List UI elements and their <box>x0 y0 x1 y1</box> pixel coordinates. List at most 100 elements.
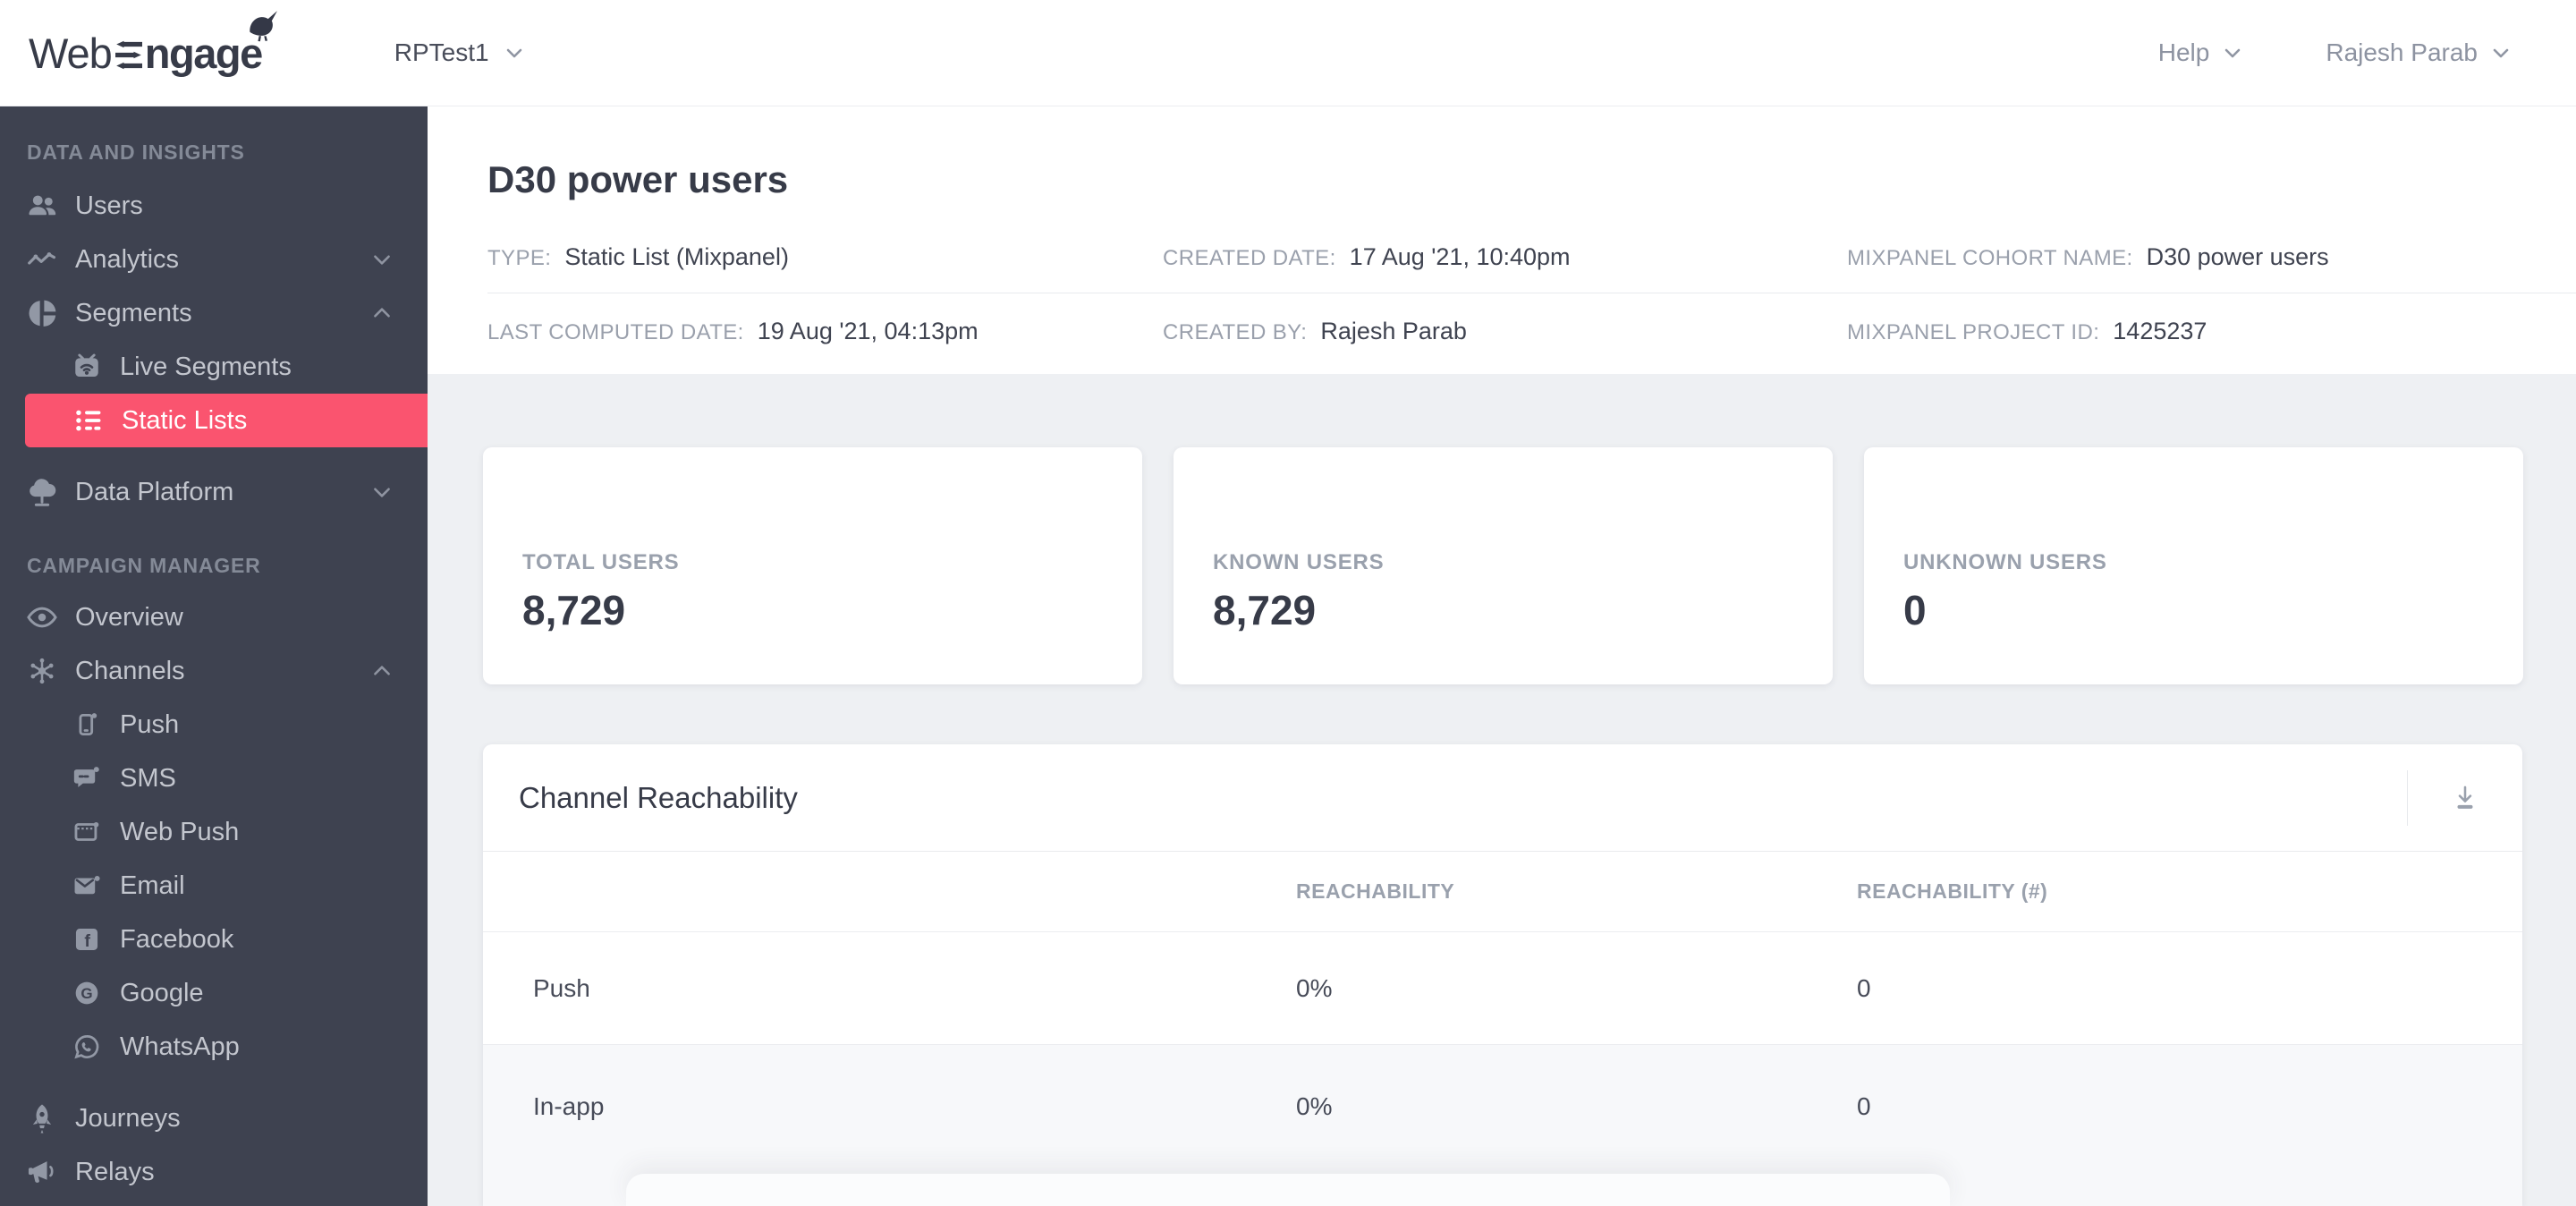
user-menu[interactable]: Rajesh Parab <box>2326 38 2512 67</box>
cell-reachability-count: 0 <box>1857 1092 1871 1120</box>
help-label: Help <box>2157 38 2210 66</box>
sidebar-item-users[interactable]: Users <box>0 179 428 233</box>
top-header: Web ngage RPTest1 Help Rajesh Parab <box>0 0 2576 106</box>
meta-label: CREATED BY: <box>1163 319 1308 344</box>
main-content: D30 power users TYPE: Static List (Mixpa… <box>428 106 2576 1206</box>
rocket-icon <box>25 1101 59 1135</box>
sidebar-item-overview[interactable]: Overview <box>0 590 428 644</box>
channels-hub-icon <box>25 654 59 688</box>
list-info-band: D30 power users TYPE: Static List (Mixpa… <box>428 106 2576 374</box>
segments-icon <box>25 296 59 330</box>
sidebar-item-static-lists[interactable]: Static Lists <box>25 394 428 447</box>
sidebar-item-label: Overview <box>75 602 183 632</box>
stat-value: 8,729 <box>1213 586 1317 633</box>
sidebar-item-label: Segments <box>75 298 192 327</box>
google-icon: G <box>72 978 102 1008</box>
table-row-push: Push 0% 0 <box>483 932 2522 1045</box>
sidebar-section-data-and-insights: DATA AND INSIGHTS <box>27 140 245 164</box>
chevron-down-icon <box>2222 42 2243 64</box>
sidebar-item-facebook[interactable]: f Facebook <box>0 913 428 966</box>
web-push-icon <box>72 817 102 847</box>
project-selector[interactable]: RPTest1 <box>394 38 525 67</box>
bottom-overlay-edge <box>626 1174 1950 1206</box>
sidebar-item-live-segments[interactable]: Live Segments <box>0 340 428 394</box>
sidebar-item-whatsapp[interactable]: WhatsApp <box>0 1020 428 1074</box>
sidebar-item-segments[interactable]: Segments <box>0 286 428 340</box>
whatsapp-icon <box>72 1032 102 1062</box>
stat-label: TOTAL USERS <box>522 549 680 574</box>
sidebar-item-data-platform[interactable]: Data Platform <box>0 465 428 519</box>
column-header-reachability: REACHABILITY <box>1296 879 1455 903</box>
meta-value: D30 power users <box>2146 242 2329 270</box>
logo-arrows-e-icon <box>114 40 142 70</box>
sidebar-item-label: Facebook <box>120 924 234 954</box>
sidebar-item-web-push[interactable]: Web Push <box>0 805 428 859</box>
sidebar-item-google[interactable]: G Google <box>0 966 428 1020</box>
panel-tools <box>2407 744 2522 851</box>
sidebar-item-label: WhatsApp <box>120 1032 240 1061</box>
sidebar-item-relays[interactable]: Relays <box>0 1145 428 1199</box>
stat-card-known-users: KNOWN USERS 8,729 <box>1174 447 1833 684</box>
meta-label: MIXPANEL PROJECT ID: <box>1847 319 2100 344</box>
sidebar-item-label: Push <box>120 709 180 739</box>
meta-value: Static List (Mixpanel) <box>564 242 789 270</box>
sidebar-item-label: Email <box>120 871 185 900</box>
sidebar-item-channels[interactable]: Channels <box>0 644 428 698</box>
sidebar-item-label: Static Lists <box>122 405 248 435</box>
live-segments-icon <box>72 352 102 382</box>
stat-value: 8,729 <box>522 586 626 633</box>
sidebar-item-label: Google <box>120 978 204 1007</box>
meta-label: MIXPANEL COHORT NAME: <box>1847 245 2133 270</box>
data-platform-icon <box>25 475 59 509</box>
cell-channel: Push <box>533 973 590 1002</box>
chevron-down-icon <box>370 248 394 271</box>
sms-chat-icon <box>72 763 102 794</box>
stat-card-total-users: TOTAL USERS 8,729 <box>483 447 1142 684</box>
webengage-app: Web ngage RPTest1 Help Rajesh Parab DATA… <box>0 0 2576 1206</box>
sidebar-section-campaign-manager: CAMPAIGN MANAGER <box>27 554 261 577</box>
chevron-down-icon <box>370 480 394 504</box>
sidebar-item-label: SMS <box>120 763 176 793</box>
chevron-up-icon <box>370 659 394 683</box>
eye-icon <box>25 600 59 634</box>
meta-mixpanel-cohort-name: MIXPANEL COHORT NAME: D30 power users <box>1847 243 2576 271</box>
meta-label: LAST COMPUTED DATE: <box>487 319 744 344</box>
logo-text-web: Web <box>29 29 113 77</box>
download-button[interactable] <box>2408 744 2522 851</box>
mobile-push-icon <box>72 709 102 740</box>
sidebar-item-label: Analytics <box>75 244 180 274</box>
sidebar-item-journeys[interactable]: Journeys <box>0 1091 428 1145</box>
sidebar-item-analytics[interactable]: Analytics <box>0 233 428 286</box>
project-name: RPTest1 <box>394 38 489 66</box>
sidebar-item-email[interactable]: Email <box>0 859 428 913</box>
help-menu[interactable]: Help <box>2158 38 2244 67</box>
panel-title: Channel Reachability <box>519 780 798 814</box>
sidebar-item-sms[interactable]: SMS <box>0 752 428 805</box>
meta-value: Rajesh Parab <box>1320 317 1467 344</box>
panel-header: Channel Reachability <box>483 744 2522 852</box>
svg-text:G: G <box>80 985 92 1002</box>
static-lists-icon <box>72 403 106 437</box>
users-icon <box>25 189 59 223</box>
sidebar-item-label: Journeys <box>75 1103 181 1133</box>
meta-value: 1425237 <box>2113 317 2207 344</box>
sidebar-item-label: Relays <box>75 1157 155 1186</box>
meta-created-by: CREATED BY: Rajesh Parab <box>1163 318 1847 345</box>
meta-last-computed-date: LAST COMPUTED DATE: 19 Aug '21, 04:13pm <box>487 318 1163 345</box>
webengage-logo[interactable]: Web ngage <box>29 10 277 78</box>
stat-label: KNOWN USERS <box>1213 549 1385 574</box>
stat-cards-row: TOTAL USERS 8,729 KNOWN USERS 8,729 UNKN… <box>483 447 2523 684</box>
svg-text:f: f <box>84 931 90 951</box>
sidebar-item-label: Live Segments <box>120 352 292 381</box>
meta-label: TYPE: <box>487 245 552 270</box>
megaphone-icon <box>25 1155 59 1189</box>
user-name: Rajesh Parab <box>2326 38 2478 66</box>
email-envelope-icon <box>72 871 102 901</box>
logo-bird-icon <box>244 5 285 45</box>
chevron-down-icon <box>2490 42 2512 64</box>
meta-type: TYPE: Static List (Mixpanel) <box>487 243 1163 271</box>
meta-mixpanel-project-id: MIXPANEL PROJECT ID: 1425237 <box>1847 318 2576 345</box>
channel-reachability-panel: Channel Reachability REACHABILITY REACHA… <box>483 744 2522 1206</box>
cell-reachability-count: 0 <box>1857 973 1871 1002</box>
sidebar-item-push[interactable]: Push <box>0 698 428 752</box>
